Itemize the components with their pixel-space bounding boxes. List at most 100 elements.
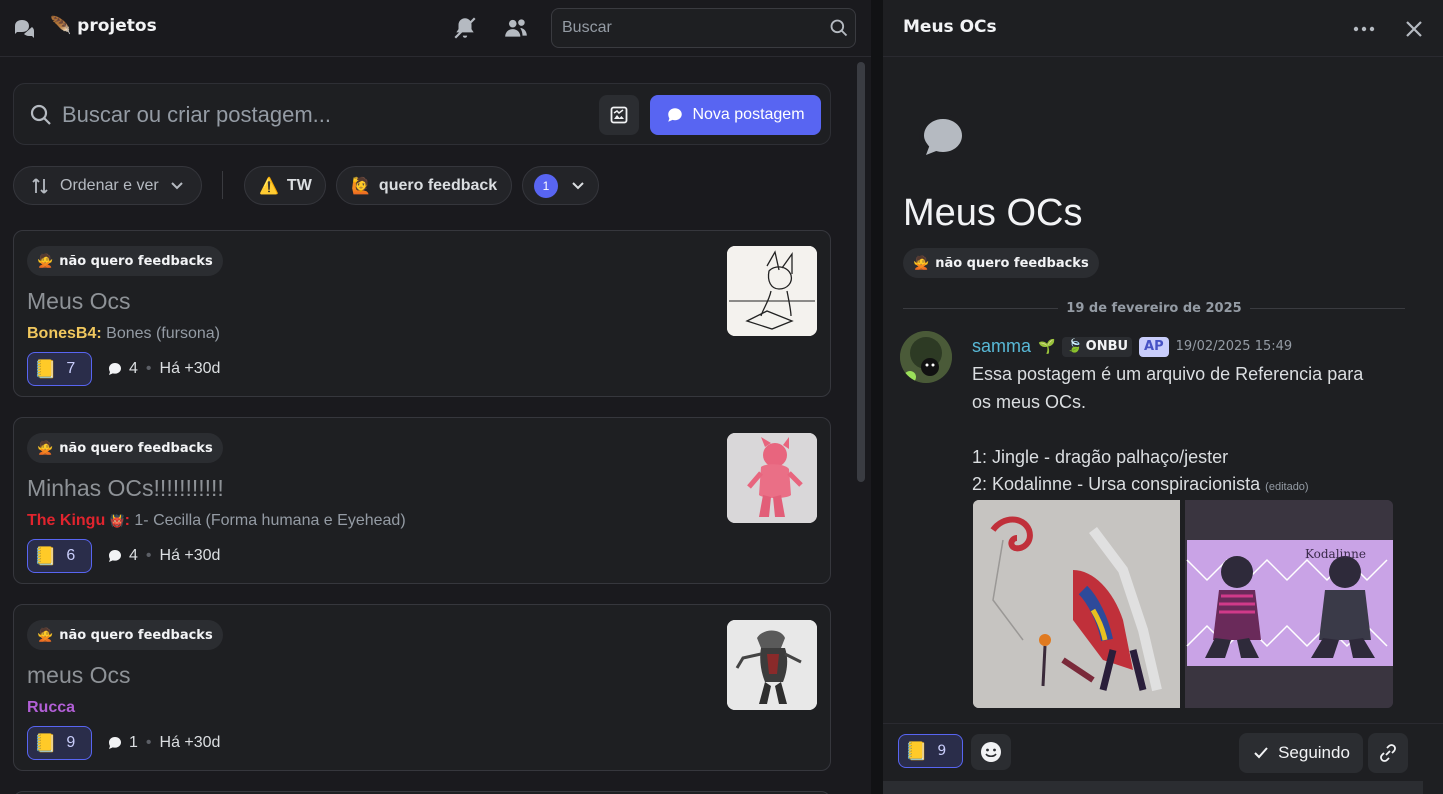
person-gesturing-no-icon: 🙅: [37, 253, 54, 269]
feather-icon: 🪶: [50, 16, 72, 36]
chat-bubble-icon: [109, 550, 121, 562]
follow-label: Seguindo: [1278, 743, 1350, 762]
post-author[interactable]: BonesB4: [27, 325, 96, 342]
guild-tag[interactable]: 🍃 ONBU: [1062, 336, 1133, 357]
post-tag-label: não quero feedbacks: [59, 440, 213, 456]
post-tag: 🙅 não quero feedbacks: [27, 620, 223, 650]
person-gesturing-no-icon: 🙅: [37, 627, 54, 643]
filter-divider: [222, 171, 223, 199]
separator-dot: •: [145, 360, 152, 377]
post-preview: Rucca: [27, 699, 75, 717]
post-search-input[interactable]: [62, 100, 562, 130]
media-view-button[interactable]: [599, 95, 639, 135]
post-thumbnail[interactable]: [727, 620, 817, 710]
smiley-icon: [981, 742, 1001, 762]
tag-filter-label: quero feedback: [378, 176, 498, 194]
ogre-icon: 👹: [109, 514, 125, 528]
tag-filter-tw[interactable]: ⚠️ TW: [244, 166, 326, 205]
post-thumbnail[interactable]: [727, 246, 817, 336]
message-count-value: 4: [129, 360, 138, 377]
post-author[interactable]: Rucca: [27, 699, 75, 716]
more-tags-dropdown[interactable]: 1: [522, 166, 599, 205]
chat-bubble-icon: [109, 737, 121, 749]
thread-title: Meus OCs: [903, 192, 1083, 234]
attachment-image[interactable]: [973, 500, 1180, 708]
global-search[interactable]: [551, 8, 856, 48]
sort-icon: [32, 177, 48, 194]
post-preview-text: Bones (fursona): [106, 325, 220, 342]
members-icon[interactable]: [503, 15, 529, 41]
chat-bubble-icon: [668, 108, 683, 122]
message-username[interactable]: samma: [972, 336, 1031, 357]
pane-divider[interactable]: [871, 0, 883, 794]
sort-view-dropdown[interactable]: Ordenar e ver: [13, 166, 202, 205]
post-card[interactable]: 🙅 não quero feedbacks Minhas OCs!!!!!!!!…: [13, 417, 831, 584]
post-thumbnail[interactable]: [727, 433, 817, 523]
creature-thumbnail-image: [727, 620, 817, 710]
post-search-bar: Nova postagem: [13, 83, 831, 145]
post-stats: 📒 9 1 • Há +30d: [27, 726, 220, 760]
post-tag: 🙅 não quero feedbacks: [27, 246, 223, 276]
link-icon: [1380, 744, 1396, 762]
global-search-input[interactable]: [562, 17, 812, 39]
separator-dot: •: [145, 547, 152, 564]
follow-button[interactable]: Seguindo: [1239, 733, 1363, 773]
post-stats: 📒 6 4 • Há +30d: [27, 539, 220, 573]
reaction-button[interactable]: 📒 9: [898, 734, 963, 768]
tag-filter-feedback[interactable]: 🙋 quero feedback: [336, 166, 512, 205]
forum-header: 🪶 projetos: [0, 0, 871, 57]
chevron-down-icon: [572, 181, 584, 189]
more-options-icon[interactable]: [1351, 16, 1377, 42]
sketch-thumbnail-image: [727, 246, 817, 336]
post-card[interactable]: 🙅 não quero feedbacks Meus Ocs BonesB4: …: [13, 230, 831, 397]
reaction-button[interactable]: 📒 7: [27, 352, 92, 386]
bear-reference-art-image: Kodalinne: [1185, 500, 1393, 708]
chevron-down-icon: [171, 181, 183, 189]
avatar[interactable]: [900, 331, 952, 383]
tag-filter-label: TW: [286, 176, 312, 194]
message-count: 4: [107, 547, 138, 565]
add-reaction-button[interactable]: [971, 734, 1011, 770]
scrollbar[interactable]: [857, 62, 865, 482]
thread-header: Meus OCs: [883, 0, 1443, 57]
message-line: Essa postagem é um arquivo de Referencia…: [972, 364, 1364, 384]
post-tag-label: não quero feedbacks: [59, 253, 213, 269]
channel-name: projetos: [77, 16, 157, 36]
reaction-button[interactable]: 📒 6: [27, 539, 92, 573]
attachment-image[interactable]: Kodalinne: [1185, 500, 1393, 708]
copy-link-button[interactable]: [1368, 733, 1408, 773]
pink-character-thumbnail-image: [727, 433, 817, 523]
selected-tags-count: 1: [534, 173, 558, 198]
thread-header-title: Meus OCs: [903, 17, 997, 37]
message-timestamp: 19/02/2025 15:49: [1175, 339, 1293, 354]
post-author[interactable]: The Kingu: [27, 512, 105, 529]
post-card[interactable]: 🙅 não quero feedbacks meus Ocs Rucca 📒 9…: [13, 604, 831, 771]
separator-dot: •: [145, 734, 152, 751]
message-count: 1: [107, 734, 138, 752]
sort-label: Ordenar e ver: [60, 176, 159, 194]
horizontal-scrollbar[interactable]: [883, 781, 1423, 794]
forum-icon: [15, 20, 34, 38]
search-icon: [830, 19, 848, 37]
guild-tag-label: ONBU: [1085, 339, 1129, 354]
edited-label: (editado): [1265, 481, 1309, 493]
close-icon[interactable]: [1401, 16, 1427, 42]
date-divider: 19 de fevereiro de 2025: [903, 300, 1405, 316]
post-tag-label: não quero feedbacks: [59, 627, 213, 643]
reaction-button[interactable]: 📒 9: [27, 726, 92, 760]
new-post-button[interactable]: Nova postagem: [650, 95, 821, 135]
message-header: samma 🌱 🍃 ONBU AP 19/02/2025 15:49: [972, 336, 1292, 357]
leaf-icon: 🍃: [1066, 339, 1083, 354]
message-line: os meus OCs.: [972, 391, 1087, 412]
forum-pane: 🪶 projetos Nova postagem Ordenar e ver ⚠…: [0, 0, 871, 794]
post-age: Há +30d: [159, 360, 221, 377]
new-post-label: Nova postagem: [692, 106, 805, 123]
message-count: 4: [107, 360, 138, 378]
notebook-icon: 📒: [905, 740, 928, 762]
checkmark-icon: [1254, 747, 1268, 759]
thread-tag: 🙅 não quero feedbacks: [903, 248, 1099, 278]
post-age: Há +30d: [159, 547, 221, 564]
post-preview: The Kingu 👹: 1- Cecilla (Forma humana e …: [27, 512, 406, 529]
notifications-muted-icon[interactable]: [452, 15, 478, 41]
message-count-value: 4: [129, 547, 138, 564]
